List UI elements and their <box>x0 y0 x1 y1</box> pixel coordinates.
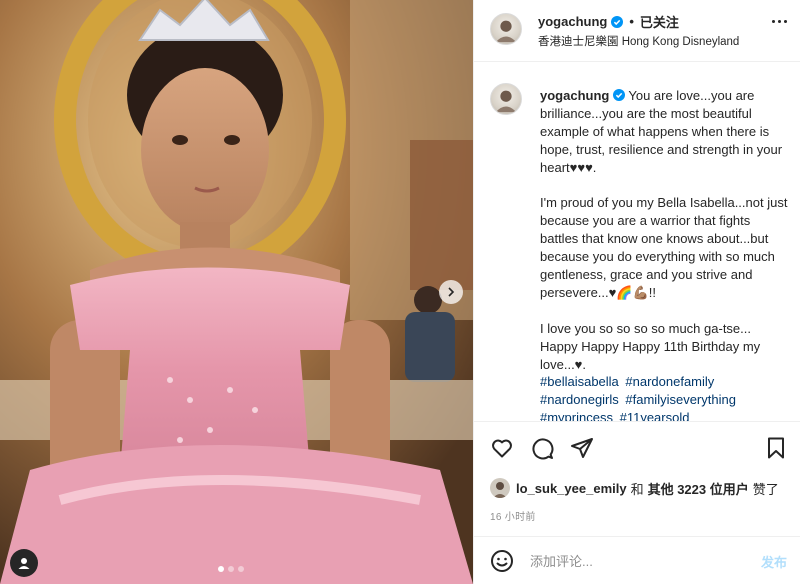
post-details-panel: yogachung • 已关注 香港迪士尼樂園 Hong Kong Disney… <box>473 0 800 584</box>
profile-picture-icon <box>495 20 517 43</box>
comment-input[interactable] <box>530 550 740 572</box>
emoji-icon[interactable] <box>490 549 514 573</box>
hashtag-link[interactable]: #11yearsold <box>620 410 690 421</box>
share-icon[interactable] <box>570 436 594 460</box>
likes-summary[interactable]: lo_suk_yee_emily 和 其他 3223 位用户 赞了 <box>490 478 779 498</box>
verified-badge-icon <box>612 89 625 101</box>
carousel-dot <box>228 566 234 572</box>
action-bar <box>474 421 800 473</box>
user-tag-icon <box>18 558 30 569</box>
header-user-line: yogachung • 已关注 <box>538 12 679 31</box>
tagged-users-button[interactable] <box>10 549 38 577</box>
separator-dot: • <box>629 14 634 29</box>
post-caption: yogachung You are love...you are brillia… <box>540 87 788 421</box>
caption-paragraph: I'm proud of you my Bella Isabella...not… <box>540 195 788 300</box>
hashtag-list: #bellaisabella #nardonefamily #nardonegi… <box>540 373 788 421</box>
liker-username[interactable]: lo_suk_yee_emily <box>516 481 627 496</box>
carousel-indicator <box>218 566 244 572</box>
post-photo <box>0 0 473 584</box>
location-link[interactable]: 香港迪士尼樂園 Hong Kong Disneyland <box>538 33 739 49</box>
caption-avatar[interactable] <box>490 83 522 115</box>
heart-icon[interactable] <box>490 436 514 460</box>
profile-picture-icon <box>495 90 517 113</box>
post-timestamp[interactable]: 16 小时前 <box>490 508 536 523</box>
follow-status-button[interactable]: 已关注 <box>640 12 679 31</box>
verified-badge-icon <box>611 15 624 28</box>
hashtag-link[interactable]: #nardonegirls <box>540 392 619 407</box>
carousel-dot <box>218 566 224 572</box>
comment-icon[interactable] <box>530 436 554 460</box>
caption-username-link[interactable]: yogachung <box>540 88 609 103</box>
bookmark-icon[interactable] <box>764 436 788 460</box>
post-comment-button[interactable]: 发布 <box>761 552 787 571</box>
likes-count-link[interactable]: 其他 3223 位用户 <box>648 479 749 498</box>
more-options-icon[interactable] <box>772 20 787 23</box>
liker-avatar <box>490 478 510 498</box>
likes-suffix-text: 赞了 <box>752 481 779 497</box>
hashtag-link[interactable]: #bellaisabella <box>540 374 619 389</box>
hashtag-link[interactable]: #nardonefamily <box>625 374 714 389</box>
post-header: yogachung • 已关注 香港迪士尼樂園 Hong Kong Disney… <box>474 0 800 62</box>
post-media[interactable] <box>0 0 473 584</box>
username-link[interactable]: yogachung <box>538 14 607 29</box>
caption-paragraph: I love you so so so so much ga-tse... Ha… <box>540 320 761 372</box>
likes-joiner-text: 和 <box>630 481 644 497</box>
caption-area: yogachung You are love...you are brillia… <box>474 63 800 421</box>
comment-bar: 发布 <box>474 536 800 584</box>
chevron-right-icon <box>448 287 455 297</box>
hashtag-link[interactable]: #myprincess <box>540 410 613 421</box>
hashtag-link[interactable]: #familyiseverything <box>625 392 736 407</box>
carousel-dot <box>238 566 244 572</box>
avatar[interactable] <box>490 13 522 45</box>
carousel-next-button[interactable] <box>439 280 463 304</box>
